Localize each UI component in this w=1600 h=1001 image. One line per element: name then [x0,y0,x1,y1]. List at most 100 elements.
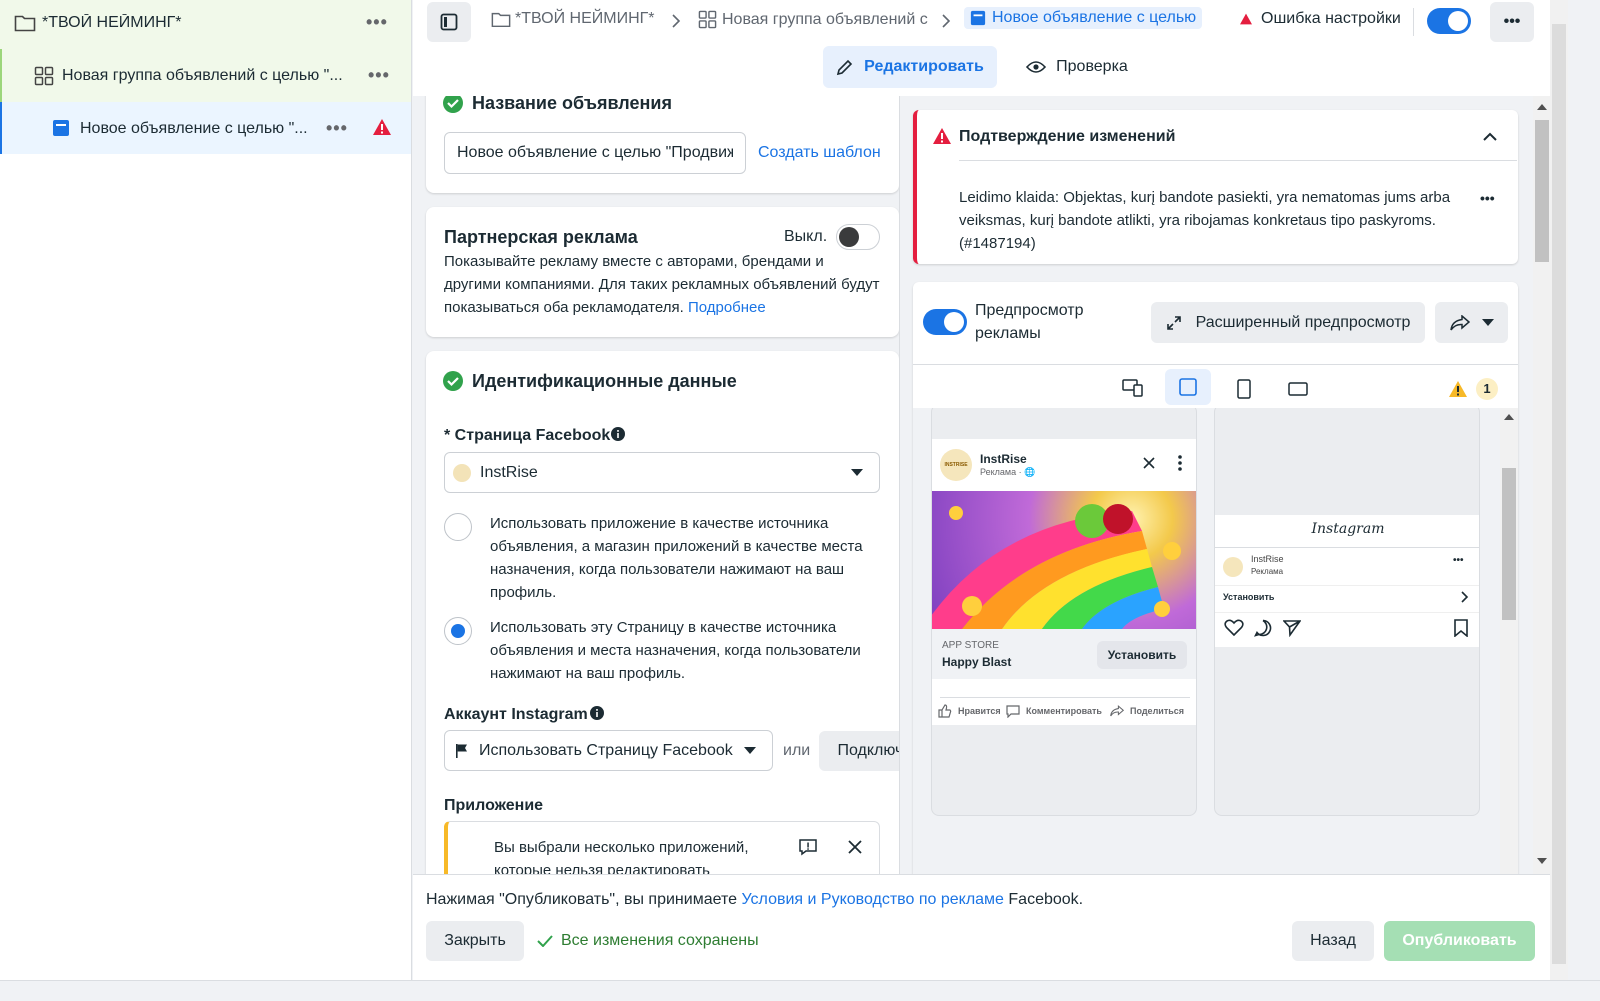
breadcrumb-adset[interactable]: Новая группа объявлений с [698,10,928,29]
game-art [932,504,1181,629]
close-icon[interactable] [848,840,862,854]
instrise-logo: INSTRISE [940,449,972,481]
share-icon [1110,704,1124,718]
back-button[interactable]: Назад [1292,921,1374,961]
tree-campaign-label: *ТВОЙ НЕЙМИНГ* [42,14,182,31]
instagram-account-select[interactable]: Использовать Страницу Facebook [444,730,773,771]
breadcrumb-campaign[interactable]: *ТВОЙ НЕЙМИНГ* [491,10,655,28]
caret-down-icon [851,469,863,476]
preview-toggle[interactable] [923,309,967,335]
toggle-sidebar-button[interactable] [427,2,471,42]
feed-format-button[interactable] [1165,369,1211,405]
error-card-title: Подтверждение изменений [959,128,1176,145]
terms-text: Нажимая "Опубликовать", вы принимаете Ус… [426,891,1084,908]
close-button[interactable]: Закрыть [426,921,524,961]
radio-page-source[interactable] [444,617,472,645]
tree-item-adset[interactable]: Новая группа объявлений с целью "... ••• [0,49,411,102]
ig-brand-name: InstRise [1251,554,1284,564]
ig-sponsored-label: Реклама [1251,567,1284,576]
preview-scrollbar[interactable] [1500,408,1518,874]
partner-ads-toggle[interactable] [836,224,880,250]
scroll-down-icon [1537,858,1547,864]
expand-icon [1166,315,1181,330]
portrait-icon[interactable] [1237,379,1251,399]
ad-creative-image [932,491,1196,629]
divider [959,160,1517,161]
campaign-more-icon[interactable]: ••• [366,12,388,33]
error-more-icon[interactable]: ••• [1480,190,1495,206]
sidebar-icon [440,13,458,31]
ig-install-label[interactable]: Установить [1223,592,1274,602]
chevron-right-icon [941,13,951,29]
window-bottom-edge [0,980,1600,1001]
folder-icon [491,12,511,27]
scroll-up-icon [1504,414,1514,420]
comment-icon [1006,704,1020,718]
divider [1413,8,1414,36]
or-label: или [783,742,811,759]
facebook-page-select[interactable]: InstRise [444,452,880,493]
partner-toggle-label: Выкл. [784,228,828,245]
multi-device-icon[interactable] [1122,379,1144,397]
tree-item-campaign[interactable]: *ТВОЙ НЕЙМИНГ* ••• [0,0,411,49]
edit-mode-button[interactable]: Редактировать [823,46,997,88]
error-card-message: Leidimo klaida: Objektas, kurį bandote p… [959,189,1451,252]
more-options-button[interactable]: ••• [1490,2,1534,42]
vertical-more-icon [1178,455,1182,471]
breadcrumb-ad[interactable]: Новое объявление с целью [964,7,1203,29]
changes-error-card: Подтверждение изменений Leidimo klaida: … [913,110,1518,264]
ad-more-icon[interactable]: ••• [326,118,348,139]
close-icon [1143,457,1155,469]
learn-more-link[interactable]: Подробнее [688,299,766,316]
heart-icon [1224,619,1244,637]
create-template-link[interactable]: Создать шаблон [758,144,881,162]
partner-ads-card: Партнерская реклама Выкл. Показывайте ре… [426,207,899,337]
chevron-up-icon[interactable] [1483,132,1497,141]
ad-name-card: Название объявления Создать шаблон [426,96,899,193]
connect-account-button[interactable]: Подключить аккаунт [819,731,899,771]
right-panel-scrollbar[interactable] [1533,96,1550,874]
fb-store-label: APP STORE [942,640,999,651]
warning-count-badge[interactable]: 1 [1476,378,1498,400]
landscape-icon[interactable] [1288,382,1308,396]
terms-link[interactable]: Условия и Руководство по рекламе [741,891,1004,908]
instrise-logo [1223,557,1243,577]
app-notice-text: Вы выбрали несколько приложений, которые… [494,839,749,874]
fb-brand-name: InstRise [980,452,1027,466]
setup-error-status[interactable]: Ошибка настройки [1239,10,1401,28]
tree-item-ad[interactable]: Новое объявление с целью "... ••• [0,102,411,154]
ad-doc-icon [970,10,986,26]
adset-more-icon[interactable]: ••• [368,65,390,86]
ad-settings-panel: Название объявления Создать шаблон Партн… [413,96,899,874]
advanced-preview-button[interactable]: Расширенный предпросмотр [1151,302,1425,343]
option-page-source-text: Использовать эту Страницу в качестве ист… [490,619,861,682]
page-scrollbar[interactable] [1550,0,1568,980]
instagram-logo: Instagram [1311,521,1385,537]
send-icon [1283,620,1301,637]
preview-canvas: INSTRISE InstRise Реклама · 🌐 APP STORE … [913,408,1518,874]
caret-down-icon [744,747,756,754]
ad-preview-card: Предпросмотр рекламы Расширенный предпро… [913,282,1518,874]
publish-button[interactable]: Опубликовать [1384,921,1535,961]
chevron-right-icon [671,13,681,29]
share-label: Поделиться [1130,706,1185,716]
fb-install-button[interactable]: Установить [1097,641,1187,669]
share-icon [1449,314,1470,330]
pencil-icon [837,59,853,76]
info-icon[interactable] [611,427,625,441]
ad-active-toggle[interactable] [1427,8,1471,34]
check-circle-icon [443,371,463,391]
chevron-right-icon [1461,591,1469,603]
caret-down-icon [1481,319,1494,326]
ig-more-icon: ••• [1453,555,1464,566]
scroll-up-icon [1537,104,1547,110]
footer-bar: Нажимая "Опубликовать", вы принимаете Ус… [413,874,1550,980]
tree-adset-label: Новая группа объявлений с целью "... [62,67,343,84]
review-mode-button[interactable]: Проверка [1017,46,1137,88]
ad-name-input[interactable] [444,132,746,174]
ad-name-title: Название объявления [472,96,672,113]
share-preview-button[interactable] [1435,302,1508,343]
app-label: Приложение [444,797,544,814]
radio-app-source[interactable] [444,513,472,541]
info-icon[interactable] [590,706,604,720]
